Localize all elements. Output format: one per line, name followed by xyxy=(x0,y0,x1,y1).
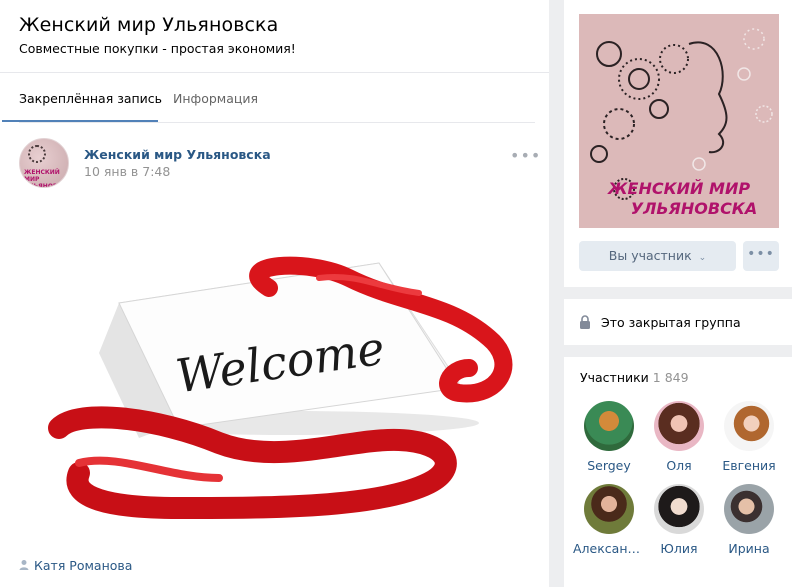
member-item[interactable]: Ирина xyxy=(713,484,785,556)
member-item[interactable]: Александ... xyxy=(573,484,645,556)
chevron-down-icon: ⌄ xyxy=(698,253,707,263)
member-name: Оля xyxy=(666,458,692,473)
group-actions-more-button[interactable]: ••• xyxy=(743,241,779,271)
lock-icon xyxy=(580,315,590,329)
members-count: 1 849 xyxy=(652,370,689,385)
avatar-logo-text: ЖЕНСКИЙ МИР УЛЬЯНОВСКА xyxy=(24,169,69,188)
avatar xyxy=(654,484,704,534)
main-column: Женский мир Ульяновска Совместные покупк… xyxy=(0,0,549,587)
cover-title-line2: УЛЬЯНОВСКА xyxy=(631,199,758,218)
member-item[interactable]: Sergey xyxy=(573,401,645,473)
members-title: Участники xyxy=(580,370,649,385)
divider xyxy=(19,122,535,123)
avatar xyxy=(584,401,634,451)
member-name: Ирина xyxy=(728,541,770,556)
member-name: Александ... xyxy=(573,541,645,556)
membership-label: Вы участник xyxy=(608,248,692,263)
cover-title-line1: ЖЕНСКИЙ МИР xyxy=(607,179,750,198)
post-author-avatar[interactable]: ЖЕНСКИЙ МИР УЛЬЯНОВСКА xyxy=(19,138,69,188)
vk-group-page: Женский мир Ульяновска Совместные покупк… xyxy=(0,0,792,587)
member-item[interactable]: Юлия xyxy=(643,484,715,556)
group-title: Женский мир Ульяновска xyxy=(19,14,279,36)
post-date[interactable]: 10 янв в 7:48 xyxy=(84,164,170,179)
post-signer-link[interactable]: Катя Романова xyxy=(34,558,132,573)
tab-information[interactable]: Информация xyxy=(173,73,258,123)
tab-pinned-post[interactable]: Закреплённая запись xyxy=(19,73,162,123)
member-name: Евгения xyxy=(722,458,776,473)
avatar xyxy=(584,484,634,534)
avatar xyxy=(724,484,774,534)
closed-group-label: Это закрытая группа xyxy=(601,315,741,330)
members-header[interactable]: Участники 1 849 xyxy=(580,370,689,385)
post-image[interactable]: Welcome xyxy=(19,208,535,538)
member-item[interactable]: Евгения xyxy=(713,401,785,473)
member-name: Юлия xyxy=(660,541,698,556)
membership-button[interactable]: Вы участник ⌄ xyxy=(579,241,736,271)
member-item[interactable]: Оля xyxy=(643,401,715,473)
group-status: Совместные покупки - простая экономия! xyxy=(19,41,296,56)
welcome-card-image: Welcome xyxy=(48,256,513,520)
post-author-link[interactable]: Женский мир Ульяновска xyxy=(84,147,271,162)
group-cover-image[interactable]: ЖЕНСКИЙ МИР УЛЬЯНОВСКА xyxy=(579,14,779,228)
post-more-icon[interactable]: ••• xyxy=(510,146,541,165)
avatar xyxy=(654,401,704,451)
avatar xyxy=(724,401,774,451)
tab-bar: Закреплённая запись Информация xyxy=(0,73,549,123)
user-icon xyxy=(19,560,29,570)
member-name: Sergey xyxy=(587,458,631,473)
